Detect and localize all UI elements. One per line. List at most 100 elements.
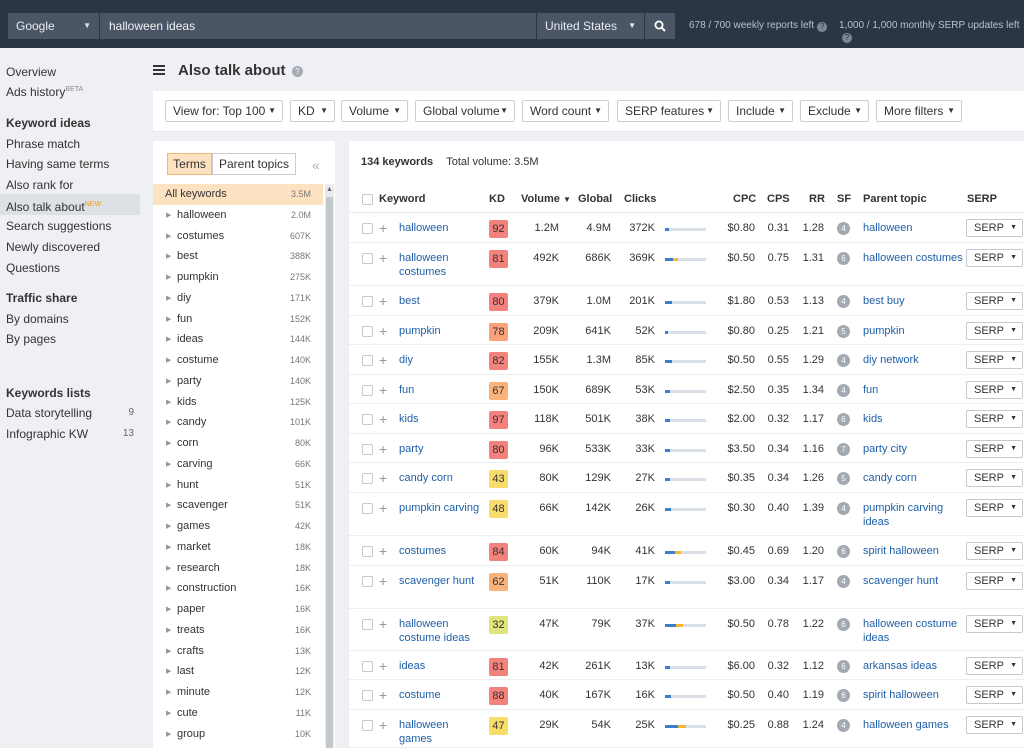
column-kd[interactable]: KD (489, 193, 505, 205)
add-to-list-icon[interactable]: + (379, 324, 387, 338)
add-to-list-icon[interactable]: + (379, 544, 387, 558)
row-checkbox[interactable] (362, 546, 373, 557)
add-to-list-icon[interactable]: + (379, 294, 387, 308)
serp-features-badge[interactable]: 6 (837, 413, 850, 426)
serp-dropdown[interactable]: SERP ▼ (966, 322, 1023, 340)
search-button[interactable] (645, 13, 675, 39)
serp-dropdown[interactable]: SERP ▼ (966, 716, 1023, 734)
add-to-list-icon[interactable]: + (379, 688, 387, 702)
keyword-link[interactable]: halloween (399, 221, 481, 235)
keyword-link[interactable]: halloween games (399, 718, 481, 746)
serp-features-badge[interactable]: 4 (837, 354, 850, 367)
filter-include[interactable]: Include ▼ (728, 100, 793, 122)
keyword-link[interactable]: ideas (399, 659, 481, 673)
terms-list-item[interactable]: ▶ paper 16K (153, 599, 323, 620)
terms-list-item[interactable]: ▶ treats 16K (153, 620, 323, 641)
terms-list-item[interactable]: ▶ cute 11K (153, 703, 323, 724)
serp-features-badge[interactable]: 6 (837, 689, 850, 702)
row-checkbox[interactable] (362, 619, 373, 630)
column-rr[interactable]: RR (809, 193, 825, 205)
nav-by-domains[interactable]: By domains (6, 312, 69, 326)
search-engine-select[interactable]: Google ▼ (8, 13, 100, 39)
parent-topic-link[interactable]: spirit halloween (863, 544, 963, 558)
row-checkbox[interactable] (362, 414, 373, 425)
serp-features-badge[interactable]: 5 (837, 472, 850, 485)
row-checkbox[interactable] (362, 355, 373, 366)
column-serp[interactable]: SERP (967, 193, 997, 205)
keyword-list-item[interactable]: Infographic KW (6, 427, 88, 441)
collapse-icon[interactable]: « (312, 157, 320, 173)
help-icon[interactable]: ? (292, 66, 303, 77)
keyword-link[interactable]: costume (399, 688, 481, 702)
row-checkbox[interactable] (362, 385, 373, 396)
column-cpc[interactable]: CPC (733, 193, 756, 205)
keyword-link[interactable]: halloween costume ideas (399, 617, 481, 645)
keyword-link[interactable]: costumes (399, 544, 481, 558)
parent-topic-link[interactable]: party city (863, 442, 963, 456)
tab-parent-topics[interactable]: Parent topics (212, 153, 296, 175)
parent-topic-link[interactable]: halloween (863, 221, 963, 235)
terms-list-item[interactable]: ▶ kids 125K (153, 392, 323, 413)
terms-list-item[interactable]: ▶ research 18K (153, 558, 323, 579)
nav-same-terms[interactable]: Having same terms (6, 157, 109, 171)
serp-dropdown[interactable]: SERP ▼ (966, 615, 1023, 633)
terms-list-item[interactable]: ▶ corn 80K (153, 433, 323, 454)
serp-dropdown[interactable]: SERP ▼ (966, 469, 1023, 487)
add-to-list-icon[interactable]: + (379, 221, 387, 235)
nav-ads-history[interactable]: Ads historyBETA (6, 85, 83, 99)
keyword-link[interactable]: kids (399, 412, 481, 426)
serp-features-badge[interactable]: 4 (837, 384, 850, 397)
terms-list-item[interactable]: ▶ scavenger 51K (153, 495, 323, 516)
nav-overview[interactable]: Overview (6, 65, 56, 79)
add-to-list-icon[interactable]: + (379, 574, 387, 588)
filter-more[interactable]: More filters ▼ (876, 100, 962, 122)
scrollbar-thumb[interactable] (326, 197, 333, 748)
parent-topic-link[interactable]: halloween costume ideas (863, 617, 963, 645)
serp-features-badge[interactable]: 4 (837, 222, 850, 235)
serp-features-badge[interactable]: 6 (837, 545, 850, 558)
country-select[interactable]: United States ▼ (536, 13, 644, 39)
parent-topic-link[interactable]: arkansas ideas (863, 659, 963, 673)
keyword-link[interactable]: best (399, 294, 481, 308)
keyword-link[interactable]: halloween costumes (399, 251, 481, 279)
terms-list-item[interactable]: ▶ last 12K (153, 661, 323, 682)
row-checkbox[interactable] (362, 661, 373, 672)
terms-list-item[interactable]: ▶ diy 171K (153, 288, 323, 309)
nav-phrase-match[interactable]: Phrase match (6, 137, 80, 151)
filter-view-for[interactable]: View for: Top 100 ▼ (165, 100, 283, 122)
parent-topic-link[interactable]: candy corn (863, 471, 963, 485)
serp-dropdown[interactable]: SERP ▼ (966, 410, 1023, 428)
filter-word-count[interactable]: Word count ▼ (522, 100, 609, 122)
column-parent-topic[interactable]: Parent topic (863, 193, 927, 205)
terms-list-item[interactable]: ▶ crafts 13K (153, 641, 323, 662)
parent-topic-link[interactable]: kids (863, 412, 963, 426)
filter-kd[interactable]: KD ▼ (290, 100, 335, 122)
terms-list-item[interactable]: ▶ carving 66K (153, 454, 323, 475)
parent-topic-link[interactable]: scavenger hunt (863, 574, 963, 588)
terms-list-item[interactable]: ▶ costumes 607K (153, 226, 323, 247)
select-all-checkbox[interactable] (362, 194, 373, 205)
add-to-list-icon[interactable]: + (379, 251, 387, 265)
add-to-list-icon[interactable]: + (379, 471, 387, 485)
terms-list-item[interactable]: ▶ candy 101K (153, 412, 323, 433)
column-clicks[interactable]: Clicks (624, 193, 656, 205)
serp-features-badge[interactable]: 4 (837, 295, 850, 308)
menu-icon[interactable] (153, 65, 165, 75)
keyword-link[interactable]: pumpkin carving (399, 501, 481, 515)
parent-topic-link[interactable]: pumpkin carving ideas (863, 501, 963, 529)
serp-dropdown[interactable]: SERP ▼ (966, 572, 1023, 590)
row-checkbox[interactable] (362, 326, 373, 337)
keyword-link[interactable]: fun (399, 383, 481, 397)
terms-list-item[interactable]: ▶ halloween 2.0M (153, 205, 323, 226)
serp-dropdown[interactable]: SERP ▼ (966, 440, 1023, 458)
keyword-link[interactable]: diy (399, 353, 481, 367)
add-to-list-icon[interactable]: + (379, 718, 387, 732)
serp-dropdown[interactable]: SERP ▼ (966, 249, 1023, 267)
nav-by-pages[interactable]: By pages (6, 332, 56, 346)
filter-serp-features[interactable]: SERP features ▼ (617, 100, 721, 122)
search-input[interactable]: halloween ideas (100, 13, 536, 39)
serp-features-badge[interactable]: 6 (837, 252, 850, 265)
row-checkbox[interactable] (362, 576, 373, 587)
column-cps[interactable]: CPS (767, 193, 790, 205)
serp-features-badge[interactable]: 5 (837, 325, 850, 338)
